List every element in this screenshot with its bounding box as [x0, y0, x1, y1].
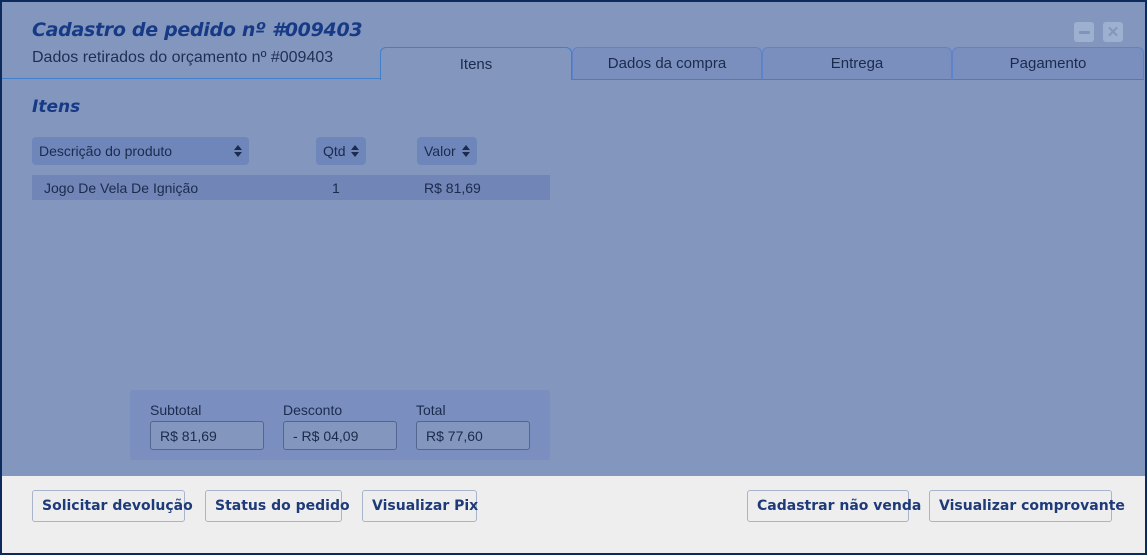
visualizar-comprovante-button[interactable]: Visualizar comprovante	[929, 490, 1125, 522]
column-header-label: Qtd	[323, 143, 346, 159]
solicitar-devolucao-button[interactable]: Solicitar devolução	[32, 490, 193, 522]
column-header-valor[interactable]: Valor	[417, 137, 477, 165]
minimize-icon[interactable]	[1074, 22, 1094, 42]
column-header-descricao[interactable]: Descrição do produto	[32, 137, 249, 165]
tab-dados-da-compra[interactable]: Dados da compra	[572, 47, 762, 80]
page-subtitle: Dados retirados do orçamento nº #009403	[32, 49, 334, 66]
tab-entrega[interactable]: Entrega	[762, 47, 952, 80]
cell-descricao: Jogo De Vela De Ignição	[44, 180, 199, 196]
column-header-label: Valor	[424, 143, 456, 159]
tab-bar: Itens Dados da compra Entrega Pagamento	[380, 47, 1144, 80]
tab-itens[interactable]: Itens	[380, 47, 572, 80]
cell-qtd: 1	[332, 180, 340, 196]
status-pedido-button[interactable]: Status do pedido	[205, 490, 350, 522]
desconto-field: - R$ 04,09	[283, 421, 397, 450]
column-header-qtd[interactable]: Qtd	[316, 137, 366, 165]
cell-valor: R$ 81,69	[424, 180, 481, 196]
column-header-label: Descrição do produto	[39, 143, 173, 159]
subtotal-field: R$ 81,69	[150, 421, 264, 450]
visualizar-pix-button[interactable]: Visualizar Pix	[362, 490, 478, 522]
total-field: R$ 77,60	[416, 421, 530, 450]
order-window: Cadastro de pedido nº #009403 Dados reti…	[0, 0, 1147, 555]
desconto-label: Desconto	[283, 402, 343, 418]
totals-panel: Subtotal Desconto Total R$ 81,69 - R$ 04…	[130, 390, 550, 460]
total-label: Total	[416, 402, 446, 418]
section-title: Itens	[32, 97, 81, 117]
page-title: Cadastro de pedido nº #009403	[32, 19, 363, 41]
table-row[interactable]: Jogo De Vela De Ignição 1 R$ 81,69	[32, 175, 550, 200]
cadastrar-nao-venda-button[interactable]: Cadastrar não venda	[747, 490, 921, 522]
tab-pagamento[interactable]: Pagamento	[952, 47, 1144, 80]
subtotal-label: Subtotal	[150, 402, 202, 418]
footer-bar: Solicitar devolução Status do pedido Vis…	[2, 476, 1145, 553]
header-divider	[2, 78, 382, 79]
close-icon[interactable]: ✕	[1103, 22, 1123, 42]
sort-icon	[234, 145, 242, 157]
sort-icon	[351, 145, 359, 157]
sort-icon	[462, 145, 470, 157]
